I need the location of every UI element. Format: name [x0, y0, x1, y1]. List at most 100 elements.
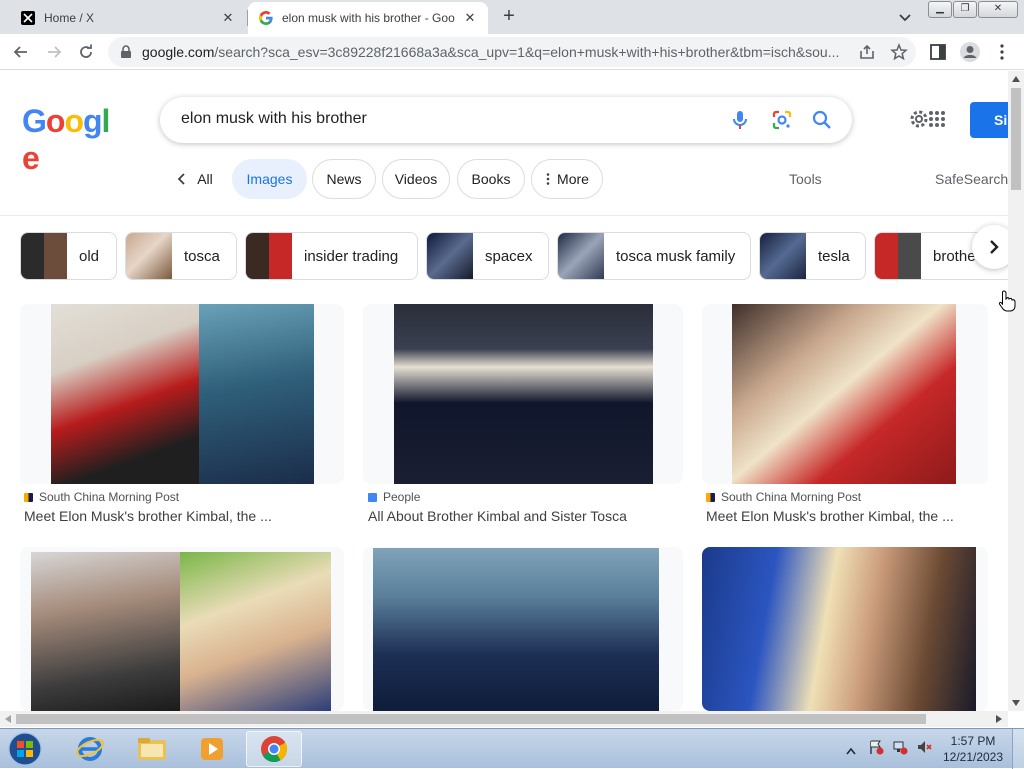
vertical-scrollbar-thumb[interactable] [1011, 88, 1021, 190]
image-result-thumbnail[interactable] [702, 547, 988, 711]
tab-search-chevron-icon[interactable] [896, 8, 914, 26]
tab-google-search[interactable]: elon musk with his brother - Goo ✕ [248, 2, 488, 34]
image-result-thumbnail[interactable] [702, 304, 988, 484]
suggestion-chip[interactable]: tosca musk family [557, 232, 751, 280]
suggestion-chip[interactable]: tosca [125, 232, 237, 280]
suggestions-next-button[interactable] [972, 225, 1008, 269]
suggestion-chip[interactable]: tesla [759, 232, 866, 280]
forward-arrow-icon [48, 46, 62, 58]
lock-icon[interactable] [120, 45, 132, 64]
result-title-link[interactable]: Meet Elon Musk's brother Kimbal, the ... [24, 508, 272, 524]
side-panel-icon[interactable] [929, 43, 947, 66]
volume-muted-icon[interactable] [916, 739, 932, 760]
result-title-link[interactable]: All About Brother Kimbal and Sister Tosc… [368, 508, 627, 524]
tools-button[interactable]: Tools [789, 171, 822, 187]
tab-books[interactable]: Books [457, 159, 525, 199]
bookmark-star-icon[interactable] [890, 42, 908, 66]
tab-home-x[interactable]: Home / X ✕ [10, 2, 246, 34]
google-images-page: Google elon musk with his brother Si All… [0, 71, 1008, 711]
windows-start-orb-icon [8, 732, 42, 766]
search-input[interactable]: elon musk with his brother [181, 110, 367, 128]
taskbar-file-explorer[interactable] [124, 731, 180, 767]
google-lens-icon[interactable] [770, 108, 794, 132]
tab-title: elon musk with his brother - Goo [282, 11, 455, 25]
search-icon[interactable] [810, 108, 834, 132]
horizontal-scrollbar-thumb[interactable] [16, 714, 926, 724]
tab-news[interactable]: News [312, 159, 376, 199]
clock-time: 1:57 PM [950, 734, 996, 748]
forward-button[interactable] [42, 40, 66, 64]
suggestion-thumbnail [875, 233, 921, 279]
scroll-left-arrow-icon [5, 715, 11, 723]
image-result-thumbnail[interactable] [363, 304, 683, 484]
reload-button[interactable] [74, 40, 98, 64]
show-hidden-icons-arrow-icon[interactable] [846, 742, 856, 760]
result-source[interactable]: South China Morning Post [706, 490, 861, 504]
source-favicon-icon [24, 492, 33, 502]
search-box[interactable]: elon musk with his brother [160, 97, 852, 143]
internet-explorer-icon [76, 737, 104, 761]
result-title-link[interactable]: Meet Elon Musk's brother Kimbal, the ... [706, 508, 954, 524]
suggestion-chip[interactable]: old [20, 232, 117, 280]
restore-window-button[interactable]: ❐ [953, 1, 977, 18]
browser-tab-strip: Home / X ✕ elon musk with his brother - … [0, 0, 1024, 34]
suggestion-thumbnail [246, 233, 292, 279]
reload-icon [80, 44, 92, 58]
chevron-left-icon [177, 173, 185, 185]
new-tab-button[interactable]: + [497, 6, 521, 28]
system-clock[interactable]: 1:57 PM 12/21/2023 [940, 733, 1006, 765]
tab-more[interactable]: More [531, 159, 603, 199]
chevron-right-icon [990, 240, 999, 254]
network-icon[interactable] [892, 739, 908, 760]
taskbar-internet-explorer[interactable] [62, 731, 118, 767]
chrome-icon [261, 736, 288, 763]
back-arrow-icon [13, 46, 27, 58]
more-vert-icon [546, 173, 550, 185]
suggestion-chip[interactable]: spacex [426, 232, 549, 280]
share-icon[interactable] [858, 43, 876, 66]
taskbar-media-player[interactable] [184, 731, 240, 767]
clock-date: 12/21/2023 [942, 750, 1004, 764]
header-divider [0, 215, 1008, 216]
action-center-flag-icon[interactable] [868, 739, 884, 760]
image-result-thumbnail[interactable] [20, 547, 344, 711]
image-result-thumbnail[interactable] [20, 304, 344, 484]
result-source[interactable]: People [368, 490, 420, 504]
profile-avatar-icon[interactable] [959, 41, 981, 68]
apps-grid-icon[interactable] [928, 110, 946, 133]
hand-cursor-icon [998, 290, 1016, 317]
sign-in-button[interactable]: Si [970, 102, 1008, 138]
gear-icon[interactable] [908, 108, 930, 135]
result-source[interactable]: South China Morning Post [24, 490, 179, 504]
media-player-icon [201, 738, 223, 760]
close-tab-icon[interactable]: ✕ [220, 10, 236, 26]
show-desktop-button[interactable] [1012, 729, 1024, 769]
start-button[interactable] [0, 731, 50, 767]
minimize-window-button[interactable]: ▁ [928, 1, 952, 18]
close-window-button[interactable]: ✕ [978, 1, 1018, 18]
suggestion-chip[interactable]: insider trading [245, 232, 418, 280]
suggestion-thumbnail [558, 233, 604, 279]
browser-toolbar: google.com/search?sca_esv=3c89228f21668a… [0, 34, 1024, 70]
scroll-up-arrow-icon [1012, 76, 1020, 82]
settings-and-apps [908, 108, 948, 132]
safesearch-button[interactable]: SafeSearch [935, 171, 1008, 187]
google-doodle-logo[interactable]: Google [22, 103, 118, 176]
back-button[interactable] [9, 40, 33, 64]
url-text: google.com/search?sca_esv=3c89228f21668a… [142, 44, 840, 60]
tab-images[interactable]: Images [232, 159, 307, 199]
browser-menu-icon[interactable] [994, 43, 1010, 66]
image-result-thumbnail[interactable] [363, 547, 683, 711]
x-logo-icon [20, 10, 36, 26]
voice-search-mic-icon[interactable] [728, 108, 752, 132]
scroll-down-arrow-icon [1012, 700, 1020, 706]
address-bar[interactable]: google.com/search?sca_esv=3c89228f21668a… [108, 37, 916, 67]
source-favicon-icon [368, 492, 377, 502]
windows-taskbar: 1:57 PM 12/21/2023 [0, 728, 1024, 769]
taskbar-chrome[interactable] [246, 731, 302, 767]
tab-all[interactable]: All [170, 159, 218, 199]
suggestion-thumbnail [427, 233, 473, 279]
close-tab-icon[interactable]: ✕ [462, 10, 478, 26]
source-favicon-icon [706, 492, 715, 502]
tab-videos[interactable]: Videos [382, 159, 450, 199]
